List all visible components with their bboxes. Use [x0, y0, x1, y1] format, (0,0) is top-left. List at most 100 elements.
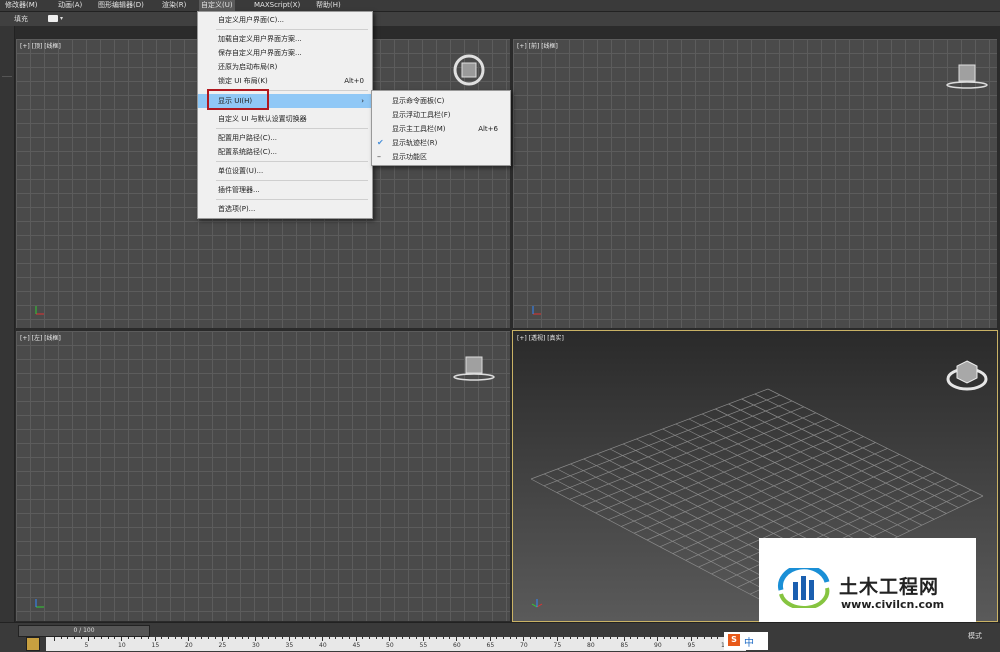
- ruler-number: 35: [285, 642, 294, 649]
- menu-item-revert-layout[interactable]: 还原为启动布局(R): [198, 60, 372, 74]
- ruler-tick: [161, 637, 163, 639]
- viewcube-icon[interactable]: [945, 353, 989, 393]
- submenu-item-track-bar[interactable]: ✔ 显示轨迹栏(R): [372, 136, 510, 150]
- ruler-tick: [603, 637, 605, 639]
- ruler-tick: [214, 637, 216, 639]
- menu-item-lock-ui[interactable]: 锁定 UI 布局(K) Alt+0: [198, 74, 372, 88]
- toolbar-divider: [2, 76, 12, 77]
- camera-icon[interactable]: [48, 15, 58, 22]
- submenu-arrow-icon: ›: [361, 97, 364, 105]
- viewport-label[interactable]: [+] [顶] [线框]: [20, 41, 61, 50]
- ruler-tick: [322, 637, 323, 641]
- time-slider[interactable]: 0 / 100: [18, 625, 150, 637]
- ruler-number: 70: [520, 642, 528, 649]
- menu-customize[interactable]: 自定义(U): [199, 0, 235, 11]
- ruler-tick: [362, 637, 364, 639]
- menu-item-customize-ui[interactable]: 自定义用户界面(C)...: [198, 13, 372, 27]
- ruler-tick: [623, 637, 625, 641]
- menu-modifiers[interactable]: 修改器(M): [3, 0, 40, 11]
- menu-item-shortcut: Alt+0: [344, 77, 364, 85]
- ruler-tick: [328, 637, 330, 639]
- submenu-item-command-panel[interactable]: 显示命令面板(C): [372, 94, 510, 108]
- submenu-item-main-toolbar[interactable]: 显示主工具栏(M) Alt+6: [372, 122, 510, 136]
- ruler-tick: [255, 637, 256, 641]
- sogou-icon: S: [728, 634, 740, 646]
- ruler-tick: [342, 637, 344, 639]
- menu-item-label: 显示功能区: [392, 153, 427, 161]
- ruler-number: 45: [352, 642, 361, 649]
- viewcube-icon[interactable]: [945, 61, 989, 91]
- menu-item-label: 首选项(P)...: [218, 205, 256, 213]
- viewport-front[interactable]: [+] [前] [线框]: [512, 38, 998, 329]
- mode-label: 模式: [968, 632, 982, 640]
- ruler-tick: [355, 637, 357, 641]
- ruler-tick: [268, 637, 270, 639]
- menu-item-label: 还原为启动布局(R): [218, 63, 278, 71]
- watermark-url: www.civilcn.com: [841, 598, 945, 611]
- viewcube-icon[interactable]: [452, 53, 486, 87]
- viewport-label[interactable]: [+] [左] [线框]: [20, 333, 61, 342]
- menu-item-label: 保存自定义用户界面方案...: [218, 49, 302, 57]
- grid-line: [741, 398, 959, 508]
- ruler-tick: [67, 637, 69, 639]
- menu-item-load-scheme[interactable]: 加载自定义用户界面方案...: [198, 32, 372, 46]
- ruler-tick: [636, 637, 638, 639]
- ruler-tick: [248, 637, 250, 639]
- submenu-item-floating-toolbars[interactable]: 显示浮动工具栏(F): [372, 108, 510, 122]
- menu-animation[interactable]: 动画(A): [56, 0, 84, 11]
- ime-indicator[interactable]: S 中: [724, 632, 768, 650]
- menu-item-preferences[interactable]: 首选项(P)...: [198, 202, 372, 216]
- ruler-tick: [409, 637, 411, 639]
- menu-item-label: 显示主工具栏(M): [392, 125, 446, 133]
- ruler-tick: [134, 637, 136, 639]
- menu-graph-editors[interactable]: 图形编辑器(D): [96, 0, 146, 11]
- ruler-tick: [181, 637, 183, 639]
- track-bar[interactable]: 5101520253035404550556065707580859095100: [46, 637, 746, 651]
- viewport-label[interactable]: [+] [前] [线框]: [517, 41, 558, 50]
- ruler-tick: [375, 637, 377, 639]
- ruler-tick: [301, 637, 303, 639]
- menu-item-system-paths[interactable]: 配置系统路径(C)...: [198, 145, 372, 159]
- menu-divider: [216, 161, 368, 162]
- menu-rendering[interactable]: 渲染(R): [160, 0, 188, 11]
- ruler-tick: [663, 637, 665, 639]
- grid-line: [702, 413, 923, 526]
- menu-help[interactable]: 帮助(H): [314, 0, 343, 11]
- menu-item-units-setup[interactable]: 单位设置(U)...: [198, 164, 372, 178]
- ruler-tick: [288, 637, 290, 641]
- chevron-down-icon[interactable]: ▾: [60, 12, 63, 26]
- highlight-outline: [207, 89, 269, 110]
- submenu-item-ribbon[interactable]: – 显示功能区: [372, 150, 510, 164]
- key-icon[interactable]: [26, 637, 40, 651]
- menu-item-plugin-manager[interactable]: 插件管理器...: [198, 183, 372, 197]
- viewcube-icon[interactable]: [452, 353, 496, 383]
- civilcn-logo-icon: [778, 568, 830, 608]
- ruler-tick: [54, 637, 55, 641]
- ruler-number: 55: [419, 642, 428, 649]
- ruler-tick: [395, 637, 397, 639]
- menu-maxscript[interactable]: MAXScript(X): [252, 0, 302, 11]
- viewport-left[interactable]: [+] [左] [线框]: [15, 330, 511, 622]
- ruler-tick: [442, 637, 444, 639]
- menu-item-ui-switcher[interactable]: 自定义 UI 与默认设置切换器: [198, 112, 372, 126]
- ruler-number: 95: [687, 642, 696, 649]
- ruler-number: 5: [84, 642, 89, 649]
- ruler-tick: [482, 637, 484, 639]
- ruler-number: 75: [553, 642, 562, 649]
- ruler-tick: [643, 637, 645, 639]
- ruler-number: 30: [252, 642, 260, 649]
- ruler-number: 65: [486, 642, 495, 649]
- ruler-tick: [502, 637, 504, 639]
- menu-item-label: 自定义 UI 与默认设置切换器: [218, 115, 307, 123]
- ruler-tick: [476, 637, 478, 639]
- menu-item-user-paths[interactable]: 配置用户路径(C)...: [198, 131, 372, 145]
- ruler-tick: [650, 637, 652, 639]
- axis-gizmo-icon: [35, 306, 44, 315]
- show-ui-submenu: 显示命令面板(C) 显示浮动工具栏(F) 显示主工具栏(M) Alt+6 ✔ 显示轨…: [371, 90, 511, 166]
- ruler-tick: [610, 637, 612, 639]
- menu-item-save-scheme[interactable]: 保存自定义用户界面方案...: [198, 46, 372, 60]
- checkmark-icon: ✔: [377, 138, 384, 147]
- ruler-tick: [402, 637, 404, 639]
- ruler-tick: [389, 637, 390, 641]
- ruler-tick: [462, 637, 464, 639]
